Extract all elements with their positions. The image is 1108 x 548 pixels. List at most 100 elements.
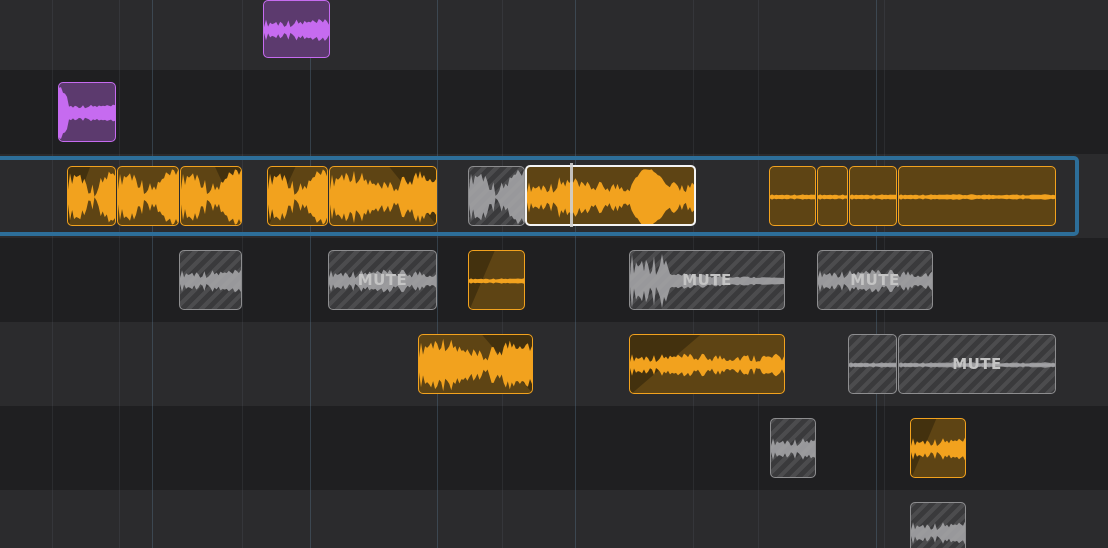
grid-line xyxy=(884,70,885,154)
grid-line xyxy=(152,70,153,154)
grid-line xyxy=(152,238,153,322)
audio-region[interactable] xyxy=(910,418,966,478)
audio-region[interactable] xyxy=(898,166,1056,226)
grid-line xyxy=(310,406,311,490)
grid-line xyxy=(575,322,576,406)
waveform xyxy=(419,335,532,393)
waveform xyxy=(469,169,524,225)
waveform xyxy=(850,194,896,200)
waveform xyxy=(818,194,847,200)
track-lane[interactable] xyxy=(0,238,1108,322)
audio-region[interactable] xyxy=(629,334,785,394)
grid-line xyxy=(437,406,438,490)
grid-line xyxy=(310,70,311,154)
grid-line xyxy=(52,70,53,154)
muted-audio-region[interactable]: MUTE xyxy=(629,250,785,310)
muted-audio-region[interactable]: MUTE xyxy=(898,334,1056,394)
waveform xyxy=(181,167,241,225)
waveform xyxy=(180,269,241,293)
audio-region[interactable] xyxy=(817,166,848,226)
grid-line xyxy=(693,70,694,154)
grid-line xyxy=(152,406,153,490)
muted-audio-region[interactable] xyxy=(179,250,242,310)
grid-line xyxy=(310,490,311,548)
muted-audio-region[interactable]: MUTE xyxy=(817,250,933,310)
grid-line xyxy=(437,490,438,548)
grid-line xyxy=(119,406,120,490)
audio-region[interactable] xyxy=(180,166,242,226)
grid-line xyxy=(502,0,503,70)
grid-line xyxy=(152,490,153,548)
grid-line xyxy=(242,0,243,70)
arrange-area[interactable]: MUTE MUTE MUTE MUTE xyxy=(0,0,1108,548)
grid-line xyxy=(884,406,885,490)
grid-line xyxy=(758,154,759,238)
grid-line xyxy=(152,0,153,70)
waveform xyxy=(911,419,965,477)
grid-line xyxy=(119,322,120,406)
audio-region[interactable] xyxy=(67,166,116,226)
waveform xyxy=(630,335,784,393)
grid-line xyxy=(52,0,53,70)
audio-region[interactable] xyxy=(117,166,179,226)
audio-region[interactable] xyxy=(263,0,330,58)
waveform xyxy=(849,362,896,368)
audio-region[interactable] xyxy=(849,166,897,226)
grid-line xyxy=(758,70,759,154)
grid-line xyxy=(242,70,243,154)
grid-line xyxy=(437,238,438,322)
grid-line xyxy=(242,490,243,548)
waveform xyxy=(818,269,932,293)
grid-line xyxy=(242,238,243,322)
waveform xyxy=(59,87,115,139)
grid-line xyxy=(437,154,438,238)
grid-line xyxy=(876,0,877,70)
muted-audio-region[interactable]: MUTE xyxy=(328,250,437,310)
waveform xyxy=(899,362,1055,368)
waveform xyxy=(68,167,115,225)
muted-audio-region[interactable] xyxy=(770,418,816,478)
grid-line xyxy=(876,406,877,490)
waveform xyxy=(264,19,329,41)
grid-line xyxy=(119,490,120,548)
waveform xyxy=(630,253,784,309)
grid-line xyxy=(119,238,120,322)
grid-line xyxy=(119,70,120,154)
grid-line xyxy=(693,490,694,548)
waveform xyxy=(268,167,327,225)
grid-line xyxy=(876,490,877,548)
audio-region[interactable] xyxy=(329,166,437,226)
audio-region[interactable] xyxy=(468,250,525,310)
audio-region[interactable] xyxy=(267,166,328,226)
waveform xyxy=(330,167,436,225)
grid-line xyxy=(242,406,243,490)
grid-line xyxy=(758,490,759,548)
grid-line xyxy=(575,0,576,70)
audio-region[interactable] xyxy=(418,334,533,394)
playhead[interactable] xyxy=(570,163,573,227)
audio-region[interactable] xyxy=(525,165,696,226)
grid-line xyxy=(152,322,153,406)
muted-audio-region[interactable] xyxy=(848,334,897,394)
waveform xyxy=(118,169,178,225)
grid-line xyxy=(575,238,576,322)
grid-line xyxy=(502,406,503,490)
waveform xyxy=(899,194,1055,200)
waveform xyxy=(527,169,694,224)
audio-region[interactable] xyxy=(769,166,816,226)
grid-line xyxy=(437,70,438,154)
grid-line xyxy=(310,238,311,322)
audio-region[interactable] xyxy=(58,82,116,142)
track-lane[interactable] xyxy=(0,70,1108,154)
grid-line xyxy=(575,70,576,154)
grid-line xyxy=(52,490,53,548)
grid-line xyxy=(437,0,438,70)
waveform xyxy=(911,521,965,545)
grid-line xyxy=(884,490,885,548)
track-lane[interactable] xyxy=(0,0,1108,70)
muted-audio-region[interactable] xyxy=(910,502,966,548)
grid-line xyxy=(242,322,243,406)
muted-audio-region[interactable] xyxy=(468,166,525,226)
grid-line xyxy=(502,70,503,154)
grid-line xyxy=(575,490,576,548)
